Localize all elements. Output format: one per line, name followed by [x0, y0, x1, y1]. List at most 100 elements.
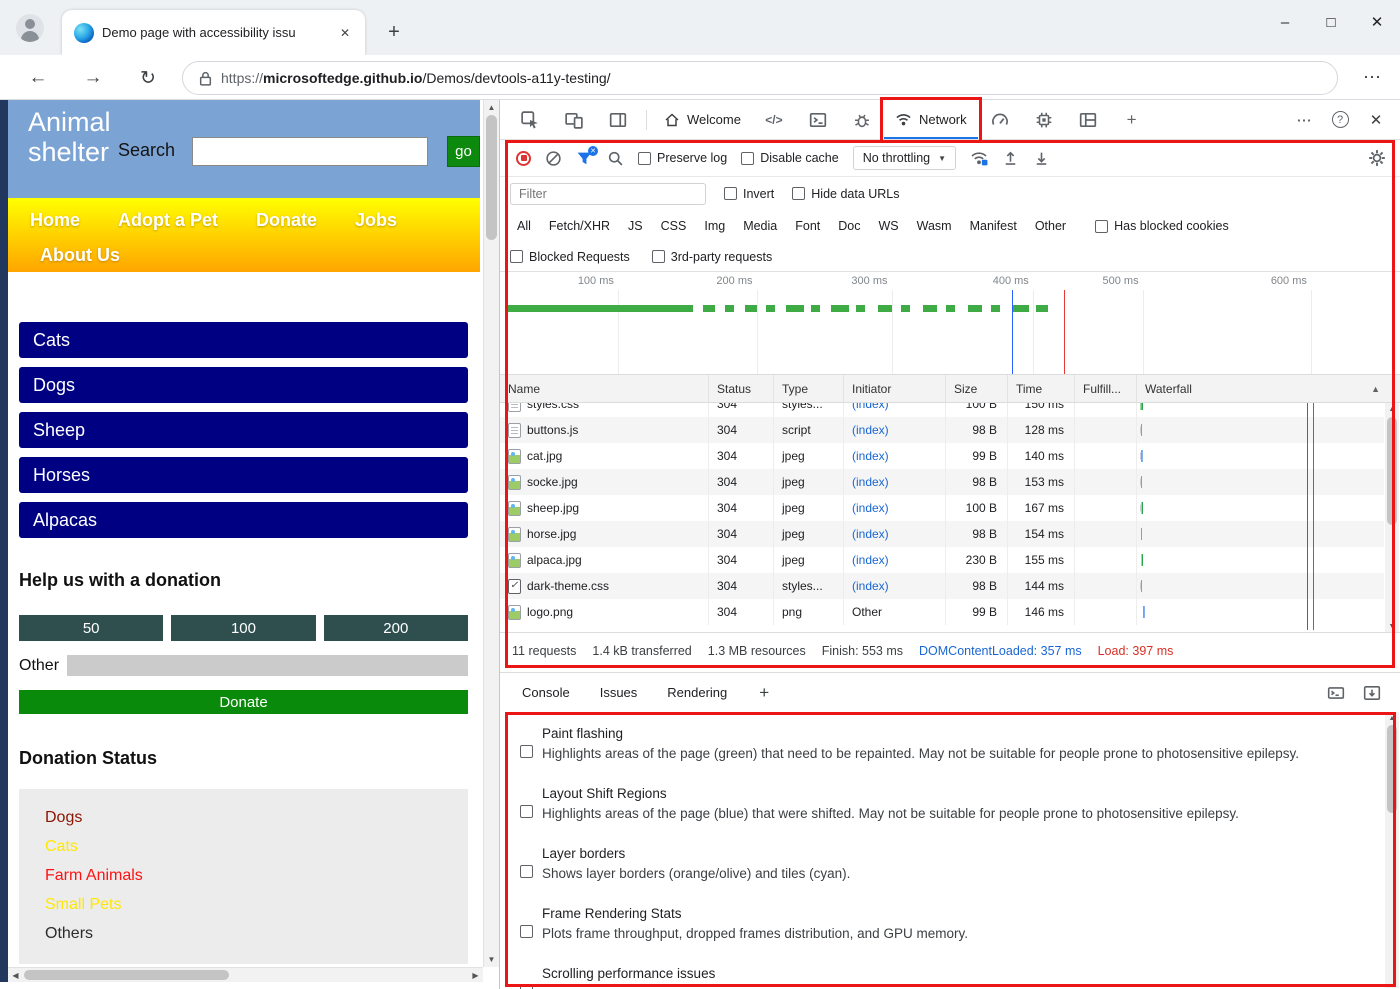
resource-type-chip[interactable]: All — [510, 216, 538, 236]
rendering-option-checkbox[interactable] — [520, 985, 533, 989]
invert-checkbox[interactable] — [724, 187, 737, 200]
disable-cache-option[interactable]: Disable cache — [741, 151, 839, 165]
help-icon[interactable]: ? — [1322, 103, 1358, 137]
request-initiator-link[interactable]: (index) — [843, 403, 945, 417]
blocked-requests-checkbox[interactable] — [510, 250, 523, 263]
drawer-tab[interactable]: Issues — [598, 681, 640, 704]
table-row[interactable]: horse.jpg 304 jpeg (index) 98 B 154 ms — [500, 521, 1384, 547]
resource-type-chip[interactable]: Other — [1028, 216, 1073, 236]
donation-amount-button[interactable]: 200 — [324, 615, 468, 641]
resource-type-chip[interactable]: Manifest — [963, 216, 1024, 236]
request-initiator-link[interactable]: (index) — [843, 469, 945, 495]
resource-type-chip[interactable]: Fetch/XHR — [542, 216, 617, 236]
scroll-right-icon[interactable]: ▶ — [468, 968, 483, 983]
request-initiator-link[interactable]: (index) — [843, 443, 945, 469]
clear-network-log-icon[interactable] — [545, 150, 562, 167]
resource-type-chip[interactable]: WS — [871, 216, 905, 236]
profile-avatar[interactable] — [16, 14, 44, 42]
scroll-down-icon[interactable]: ▼ — [484, 952, 499, 967]
table-row[interactable]: sheep.jpg 304 jpeg (index) 100 B 167 ms — [500, 495, 1384, 521]
rendering-scroll-thumb[interactable] — [1387, 725, 1397, 813]
column-header-waterfall[interactable]: Waterfall ▲ — [1136, 375, 1400, 402]
browser-menu-icon[interactable]: ⋯ — [1363, 67, 1382, 88]
tab-network[interactable]: Network — [884, 101, 978, 139]
animal-button[interactable]: Cats — [19, 322, 468, 358]
column-header-name[interactable]: Name — [500, 375, 708, 402]
other-amount-input[interactable] — [67, 655, 468, 676]
scroll-left-icon[interactable]: ◀ — [8, 968, 23, 983]
column-header-size[interactable]: Size — [945, 375, 1007, 402]
donation-amount-button[interactable]: 100 — [171, 615, 315, 641]
add-drawer-tab-icon[interactable]: + — [759, 683, 769, 703]
scroll-down-icon[interactable]: ▼ — [1385, 620, 1399, 632]
site-nav-item[interactable]: Donate — [254, 206, 319, 235]
hide-data-urls-checkbox[interactable] — [792, 187, 805, 200]
horizontal-scroll-thumb[interactable] — [24, 970, 229, 980]
table-scroll-thumb[interactable] — [1387, 417, 1397, 525]
import-har-icon[interactable] — [1002, 150, 1019, 167]
third-party-requests-checkbox[interactable] — [652, 250, 665, 263]
tab-performance-icon[interactable] — [981, 103, 1019, 137]
column-header-initiator[interactable]: Initiator — [843, 375, 945, 402]
search-input[interactable] — [192, 137, 428, 166]
page-vertical-scrollbar[interactable]: ▲ ▼ — [483, 100, 499, 967]
tab-application-icon[interactable] — [1069, 103, 1107, 137]
site-nav-item[interactable]: Home — [28, 206, 82, 235]
disable-cache-checkbox[interactable] — [741, 152, 754, 165]
resource-type-chip[interactable]: CSS — [654, 216, 694, 236]
rendering-option-checkbox[interactable] — [520, 865, 533, 878]
device-emulation-icon[interactable] — [555, 103, 593, 137]
animal-button[interactable]: Horses — [19, 457, 468, 493]
page-horizontal-scrollbar[interactable]: ◀ ▶ — [8, 967, 483, 982]
new-tab-button[interactable]: + — [380, 18, 408, 46]
resource-type-chip[interactable]: Img — [697, 216, 732, 236]
hide-data-urls-option[interactable]: Hide data URLs — [792, 187, 899, 201]
column-header-fulfilled[interactable]: Fulfill... — [1074, 375, 1136, 402]
rendering-option-checkbox[interactable] — [520, 925, 533, 938]
scroll-up-icon[interactable]: ▲ — [484, 100, 499, 115]
animal-button[interactable]: Sheep — [19, 412, 468, 448]
third-party-requests-option[interactable]: 3rd-party requests — [652, 250, 772, 264]
resource-type-chip[interactable]: Font — [788, 216, 827, 236]
request-initiator-link[interactable]: Other — [843, 599, 945, 625]
request-initiator-link[interactable]: (index) — [843, 573, 945, 599]
donate-button[interactable]: Donate — [19, 690, 468, 714]
console-sidebar-icon[interactable] — [1318, 676, 1354, 710]
tab-welcome[interactable]: Welcome — [653, 101, 752, 139]
close-window-button[interactable]: ✕ — [1354, 0, 1400, 44]
column-header-status[interactable]: Status — [708, 375, 773, 402]
site-nav-item-about-us[interactable]: About Us — [38, 242, 122, 269]
scroll-up-icon[interactable]: ▲ — [1385, 712, 1399, 724]
reload-button[interactable]: ↻ — [132, 62, 164, 94]
tab-memory-icon[interactable] — [1025, 103, 1063, 137]
animal-button[interactable]: Dogs — [19, 367, 468, 403]
search-go-button[interactable]: go — [447, 136, 480, 167]
status-link[interactable]: Dogs — [45, 803, 468, 832]
resource-type-chip[interactable]: JS — [621, 216, 650, 236]
address-bar[interactable]: https://microsoftedge.github.io/Demos/de… — [182, 61, 1338, 95]
status-link[interactable]: Farm Animals — [45, 861, 468, 890]
drawer-tab[interactable]: Rendering — [665, 681, 729, 704]
devtools-menu-icon[interactable]: ⋯ — [1286, 103, 1322, 137]
tab-console-icon[interactable] — [799, 103, 837, 137]
blocked-requests-option[interactable]: Blocked Requests — [510, 250, 630, 264]
forward-button[interactable]: → — [77, 62, 109, 94]
network-overview-timeline[interactable]: 100 ms 200 ms 300 ms — [500, 272, 1400, 375]
request-initiator-link[interactable]: (index) — [843, 495, 945, 521]
status-link[interactable]: Cats — [45, 832, 468, 861]
table-row[interactable]: alpaca.jpg 304 jpeg (index) 230 B 155 ms — [500, 547, 1384, 573]
tab-debugger-icon[interactable] — [843, 103, 881, 137]
close-devtools-icon[interactable]: ✕ — [1358, 103, 1394, 137]
minimize-button[interactable]: – — [1262, 0, 1308, 44]
record-network-log-icon[interactable] — [516, 151, 531, 166]
preserve-log-checkbox[interactable] — [638, 152, 651, 165]
table-row[interactable]: dark-theme.css 304 styles... (index) 98 … — [500, 573, 1384, 599]
browser-tab[interactable]: Demo page with accessibility issu ✕ — [62, 10, 365, 55]
network-settings-gear-icon[interactable] — [1368, 149, 1386, 167]
rendering-option-checkbox[interactable] — [520, 745, 533, 758]
site-nav-item[interactable]: Adopt a Pet — [116, 206, 220, 235]
resource-type-chip[interactable]: Media — [736, 216, 784, 236]
export-har-icon[interactable] — [1033, 150, 1050, 167]
preserve-log-option[interactable]: Preserve log — [638, 151, 727, 165]
filter-input[interactable] — [510, 183, 706, 205]
